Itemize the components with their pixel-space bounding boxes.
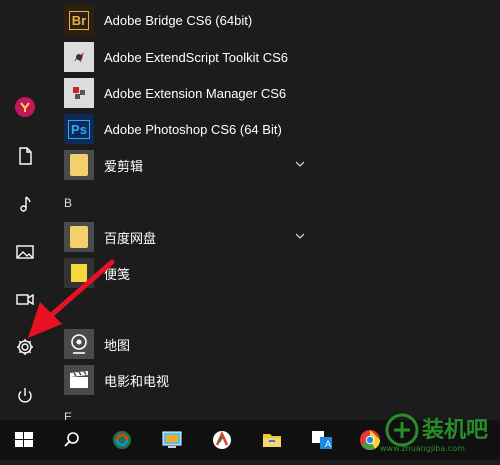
gear-icon: [17, 339, 33, 355]
pictures-button[interactable]: [6, 233, 44, 271]
taskbar-app-2[interactable]: [148, 420, 196, 460]
map-pin-icon: [64, 329, 94, 359]
start-left-rail: [0, 0, 50, 420]
folder-baidu-netdisk[interactable]: 百度网盘: [64, 220, 494, 254]
app-adobe-bridge[interactable]: Br Adobe Bridge CS6 (64bit): [64, 3, 494, 37]
chevron-down-icon[interactable]: [294, 158, 306, 170]
taskbar-app-1[interactable]: [98, 420, 146, 460]
file-explorer-button[interactable]: [248, 420, 296, 460]
extension-manager-icon: [64, 78, 94, 108]
windows-logo-icon: [15, 432, 33, 447]
folder-icon: [64, 150, 94, 180]
music-note-icon: [20, 196, 31, 212]
svg-text:A: A: [325, 439, 331, 449]
music-button[interactable]: [6, 185, 44, 223]
translate-app-button[interactable]: A: [298, 420, 346, 460]
extendscript-icon: [64, 42, 94, 72]
folder-aijianji[interactable]: 爱剪辑: [64, 148, 494, 182]
user-avatar[interactable]: [6, 88, 44, 126]
search-button[interactable]: [48, 420, 96, 460]
avatar-icon: [15, 97, 35, 117]
chrome-button[interactable]: [346, 420, 394, 460]
monitor-app-icon: [162, 431, 182, 448]
folder-icon: [263, 434, 281, 447]
app-maps[interactable]: 地图: [64, 327, 494, 361]
power-button[interactable]: [6, 377, 44, 415]
green-red-app-icon: [213, 430, 231, 449]
search-icon: [64, 432, 79, 447]
videos-button[interactable]: [6, 280, 44, 318]
sticky-notes-icon: [64, 258, 94, 288]
clapperboard-icon: [64, 365, 94, 395]
app-movies-tv[interactable]: 电影和电视: [64, 363, 494, 397]
bridge-icon: Br: [64, 5, 94, 35]
chevron-down-icon[interactable]: [294, 230, 306, 242]
chrome-icon: [360, 430, 381, 451]
taskbar: A: [0, 420, 500, 460]
app-photoshop[interactable]: Ps Adobe Photoshop CS6 (64 Bit): [64, 112, 494, 146]
picture-icon: [16, 245, 34, 259]
start-button[interactable]: [0, 420, 48, 460]
video-camera-icon: [16, 293, 34, 306]
app-sticky-notes[interactable]: 便笺: [64, 256, 494, 290]
translate-icon: A: [312, 431, 332, 449]
settings-button[interactable]: [6, 328, 44, 366]
app-list: Br Adobe Bridge CS6 (64bit) Adobe Extend…: [50, 0, 500, 420]
document-icon: [19, 147, 32, 165]
power-icon: [18, 388, 32, 403]
taskbar-app-3[interactable]: [198, 420, 246, 460]
section-header-e[interactable]: E: [64, 410, 72, 420]
documents-button[interactable]: [6, 137, 44, 175]
app-extension-manager[interactable]: Adobe Extension Manager CS6: [64, 76, 494, 110]
photoshop-icon: Ps: [64, 114, 94, 144]
folder-icon: [64, 222, 94, 252]
section-header-b[interactable]: B: [64, 196, 72, 210]
green-circle-app-icon: [113, 431, 131, 449]
app-extendscript[interactable]: Adobe ExtendScript Toolkit CS6: [64, 40, 494, 74]
